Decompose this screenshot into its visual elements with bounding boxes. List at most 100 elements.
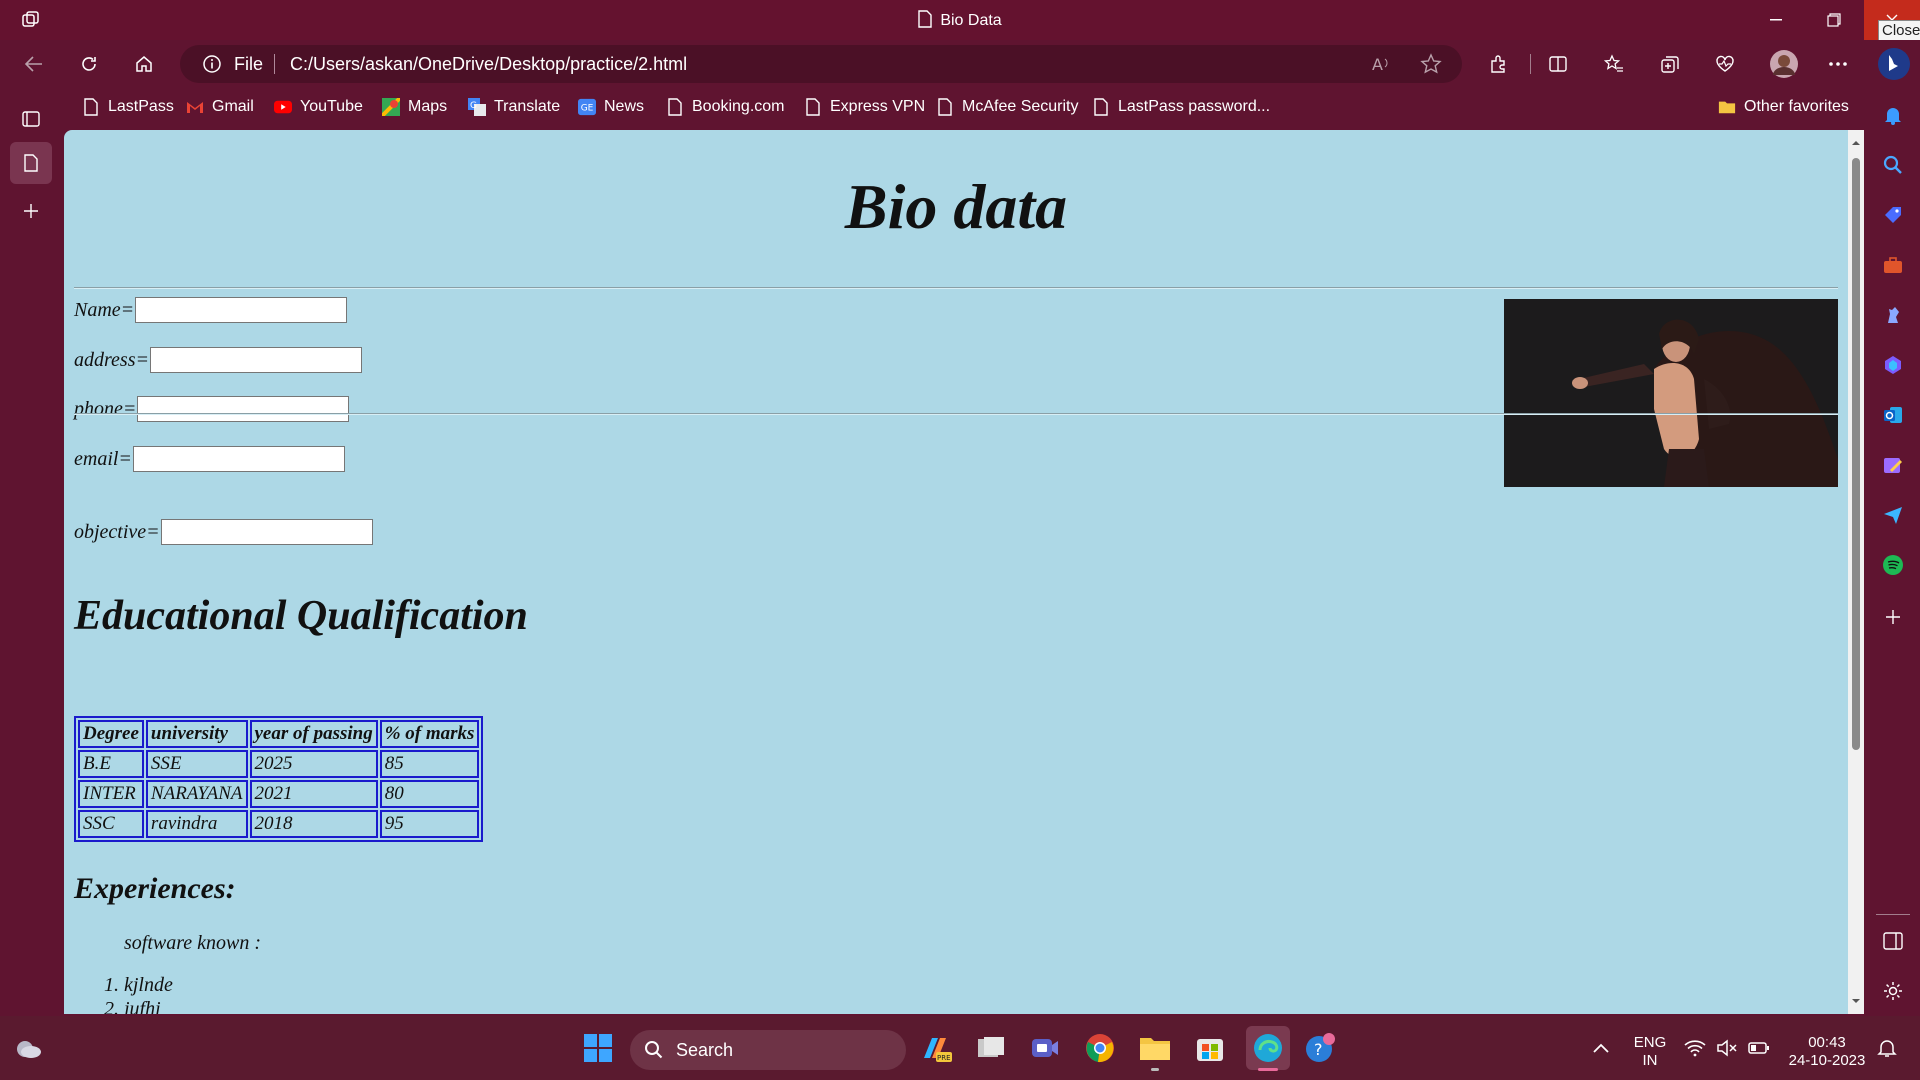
collections-icon[interactable] [1656,50,1684,78]
fav-label: LastPass [108,98,174,115]
microsoft-365-icon[interactable] [1880,352,1906,378]
translate-icon: G [468,98,486,116]
more-options-icon[interactable] [1824,50,1852,78]
task-view-icon[interactable] [973,1030,1009,1066]
search-label: Search [676,1039,734,1060]
fav-mcafee[interactable]: McAfee Security [936,98,1078,116]
tools-briefcase-icon[interactable] [1880,252,1906,278]
clock[interactable]: 00:43 24-10-2023 [1782,1034,1872,1070]
show-hidden-icons-chevron[interactable] [1584,1030,1618,1066]
designer-icon[interactable] [1880,452,1906,478]
fav-lastpass[interactable]: LastPass [82,98,174,116]
microsoft-store-icon[interactable] [1192,1030,1228,1066]
refresh-icon[interactable] [75,50,103,78]
page-icon [82,98,100,116]
start-windows-icon[interactable] [580,1030,616,1066]
tab-actions-icon[interactable] [10,98,52,140]
browser-essentials-icon[interactable] [1711,50,1739,78]
sidebar-divider [1876,914,1910,915]
new-tab-icon[interactable] [10,190,52,232]
list-item: kjlnde [124,973,173,997]
email-row: email= [74,446,345,472]
url-text[interactable]: C:/Users/askan/OneDrive/Desktop/practice… [290,54,687,75]
settings-gear-icon[interactable] [1880,978,1906,1004]
fav-gmail[interactable]: Gmail [186,98,254,116]
table-cell: ravindra [145,810,248,838]
notification-bell-icon[interactable] [1870,1030,1904,1066]
battery-icon[interactable] [1744,1030,1774,1066]
education-heading: Educational Qualification [74,593,528,639]
name-input[interactable] [135,297,348,323]
search-icon[interactable] [1880,152,1906,178]
extensions-icon[interactable] [1484,50,1512,78]
weather-icon[interactable] [10,1030,46,1066]
running-indicator [1151,1068,1159,1071]
table-cell: INTER [78,780,144,808]
table-row: B.E SSE 2025 85 [78,750,480,778]
profile-avatar[interactable] [1768,48,1800,80]
info-icon[interactable] [202,54,222,79]
home-icon[interactable] [130,50,158,78]
hide-sidebar-icon[interactable] [1880,928,1906,954]
fav-expressvpn[interactable]: Express VPN [804,98,925,116]
edge-sidebar [1866,88,1920,1016]
help-sticker-icon[interactable]: ? [1302,1030,1338,1066]
tab-title-text: Bio Data [940,12,1002,29]
table-header: Degree [78,720,144,748]
edge-taskbar-icon[interactable] [1246,1026,1290,1071]
table-cell: 85 [379,750,480,778]
scroll-down-icon[interactable] [1851,996,1861,1006]
favorites-icon[interactable] [1600,50,1628,78]
send-paper-plane-icon[interactable] [1880,502,1906,528]
tab-title[interactable]: Bio Data [0,10,1920,30]
volume-muted-icon[interactable] [1712,1030,1742,1066]
file-explorer-icon[interactable] [1137,1030,1173,1071]
address-label: address= [74,348,149,371]
address-bar[interactable]: File C:/Users/askan/OneDrive/Desktop/pra… [180,45,1462,83]
minimize-button[interactable] [1748,0,1804,40]
favorite-star-icon[interactable] [1420,53,1442,80]
profile-photo [1504,299,1838,487]
teams-meet-icon[interactable] [1027,1030,1063,1066]
education-table: Degree university year of passing % of m… [74,716,484,842]
vertical-scrollbar[interactable] [1848,130,1864,1014]
objective-input[interactable] [160,519,373,545]
table-header: university [145,720,248,748]
scrollbar-thumb[interactable] [1852,158,1860,750]
fav-maps[interactable]: Maps [382,98,447,116]
bing-copilot-icon[interactable] [1876,46,1912,82]
restore-button[interactable] [1806,0,1862,40]
vertical-tab-bio-data[interactable] [10,142,52,184]
folder-icon [1718,98,1736,116]
language-indicator[interactable]: ENG IN [1628,1034,1672,1070]
youtube-icon [274,98,292,116]
fav-booking[interactable]: Booking.com [666,98,785,116]
copilot-pre-icon[interactable]: PRE [918,1030,954,1066]
phone-input[interactable] [137,396,350,422]
back-icon[interactable] [20,50,48,78]
chrome-icon[interactable] [1082,1030,1118,1066]
spotify-icon[interactable] [1880,552,1906,578]
read-aloud-icon[interactable]: A [1370,53,1392,80]
phone-row: phone= [74,396,350,422]
software-known-label: software known : [124,932,262,954]
fav-news[interactable]: GE News [578,98,644,116]
games-icon[interactable] [1880,302,1906,328]
wifi-icon[interactable] [1680,1030,1710,1066]
email-input[interactable] [132,446,345,472]
address-input[interactable] [149,347,362,373]
scroll-up-icon[interactable] [1851,138,1861,148]
shopping-tag-icon[interactable] [1880,202,1906,228]
split-screen-icon[interactable] [1544,50,1572,78]
taskbar-search-box[interactable]: Search [630,1030,906,1070]
notifications-bell-icon[interactable] [1880,102,1906,128]
fav-translate[interactable]: G Translate [468,98,560,116]
svg-text:?: ? [1314,1040,1323,1059]
table-cell: B.E [78,750,144,778]
fav-youtube[interactable]: YouTube [274,98,363,116]
fav-lastpass-password[interactable]: LastPass password... [1092,98,1270,116]
outlook-icon[interactable] [1880,402,1906,428]
clock-date: 24-10-2023 [1788,1052,1866,1069]
other-favorites[interactable]: Other favorites [1718,98,1849,116]
add-sidebar-app-icon[interactable] [1880,604,1906,630]
